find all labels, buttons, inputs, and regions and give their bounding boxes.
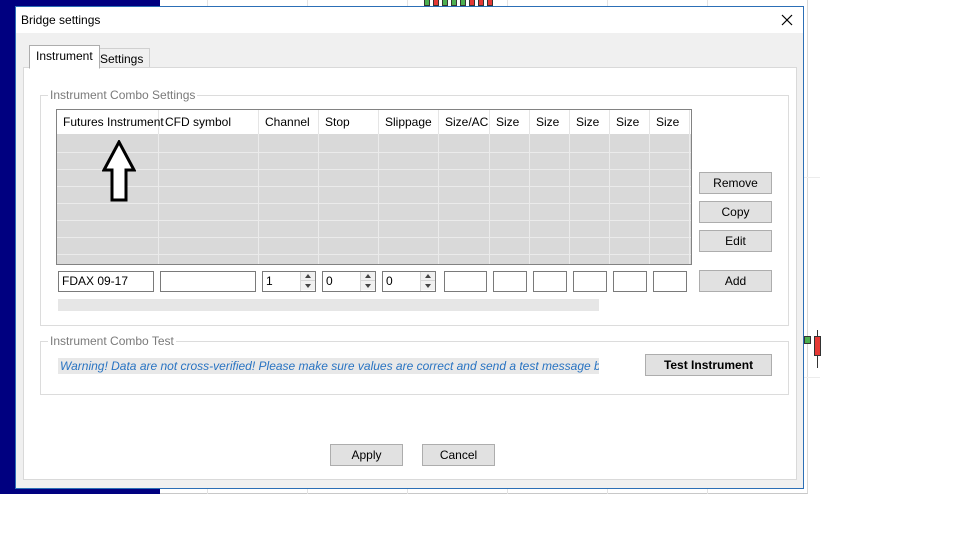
chart-candle [804,336,811,344]
list-gridline [158,134,159,264]
list-gridline [57,254,691,255]
list-header: Futures Instrument CFD symbol Channel St… [57,110,691,134]
stop-stepper[interactable]: 0 [322,271,376,292]
stop-value: 0 [326,274,333,288]
window-title: Bridge settings [21,13,101,27]
instrument-combo-list[interactable]: Futures Instrument CFD symbol Channel St… [56,109,692,265]
size-input-3[interactable] [573,271,607,292]
list-gridline [57,203,691,204]
test-instrument-button[interactable]: Test Instrument [645,354,772,376]
apply-button[interactable]: Apply [330,444,403,466]
spin-up-arrow-icon[interactable] [361,272,375,281]
instrument-tab-panel: Instrument Combo Settings Futures Instru… [23,67,797,480]
list-gridline [378,134,379,264]
cfd-symbol-input[interactable] [160,271,256,292]
up-arrow-icon [102,140,136,202]
list-gridline [57,169,691,170]
spin-down-arrow-icon[interactable] [361,281,375,290]
copy-button[interactable]: Copy [699,201,772,223]
spin-down-arrow-icon[interactable] [301,281,315,290]
remove-button[interactable]: Remove [699,172,772,194]
size-ac-input[interactable] [444,271,487,292]
futures-instrument-input[interactable]: FDAX 09-17 [58,271,154,292]
column-header-channel[interactable]: Channel [259,110,319,134]
list-gridline [649,134,650,264]
column-header-size-ac[interactable]: Size/AC [439,110,490,134]
column-header-size[interactable]: Size [650,110,690,134]
warning-message: Warning! Data are not cross-verified! Pl… [58,358,599,374]
group-title-combo-settings: Instrument Combo Settings [48,88,198,102]
column-header-futures-instrument[interactable]: Futures Instrument [57,110,164,134]
cancel-button[interactable]: Cancel [422,444,495,466]
group-title-combo-test: Instrument Combo Test [48,334,176,348]
list-gridline [318,134,319,264]
column-header-size[interactable]: Size [530,110,570,134]
size-input-5[interactable] [653,271,687,292]
column-header-size[interactable]: Size [490,110,530,134]
size-input-2[interactable] [533,271,567,292]
list-gridline [689,134,690,264]
slippage-value: 0 [386,274,393,288]
tab-instrument[interactable]: Instrument [29,45,100,69]
spin-up-arrow-icon[interactable] [421,272,435,281]
column-header-size[interactable]: Size [610,110,650,134]
channel-stepper[interactable]: 1 [262,271,316,292]
spin-down-arrow-icon[interactable] [421,281,435,290]
list-gridline [438,134,439,264]
chart-candle [814,336,821,356]
slippage-stepper[interactable]: 0 [382,271,436,292]
list-gridline [569,134,570,264]
list-gridline [529,134,530,264]
spin-up-arrow-icon[interactable] [301,272,315,281]
progress-bar [58,299,599,311]
bridge-settings-dialog: Bridge settings Instrument Settings Inst… [15,6,804,489]
column-header-size[interactable]: Size [570,110,610,134]
close-button[interactable] [771,7,803,33]
list-gridline [609,134,610,264]
close-icon [781,14,793,26]
size-input-1[interactable] [493,271,527,292]
column-header-stop[interactable]: Stop [319,110,379,134]
add-button[interactable]: Add [699,270,772,292]
list-gridline [489,134,490,264]
list-gridline [57,152,691,153]
list-gridline [57,237,691,238]
list-gridline [258,134,259,264]
channel-value: 1 [266,274,273,288]
column-header-slippage[interactable]: Slippage [379,110,439,134]
edit-button[interactable]: Edit [699,230,772,252]
size-input-4[interactable] [613,271,647,292]
list-gridline [57,220,691,221]
title-bar: Bridge settings [16,7,803,33]
list-gridline [57,186,691,187]
column-header-cfd-symbol[interactable]: CFD symbol [159,110,259,134]
